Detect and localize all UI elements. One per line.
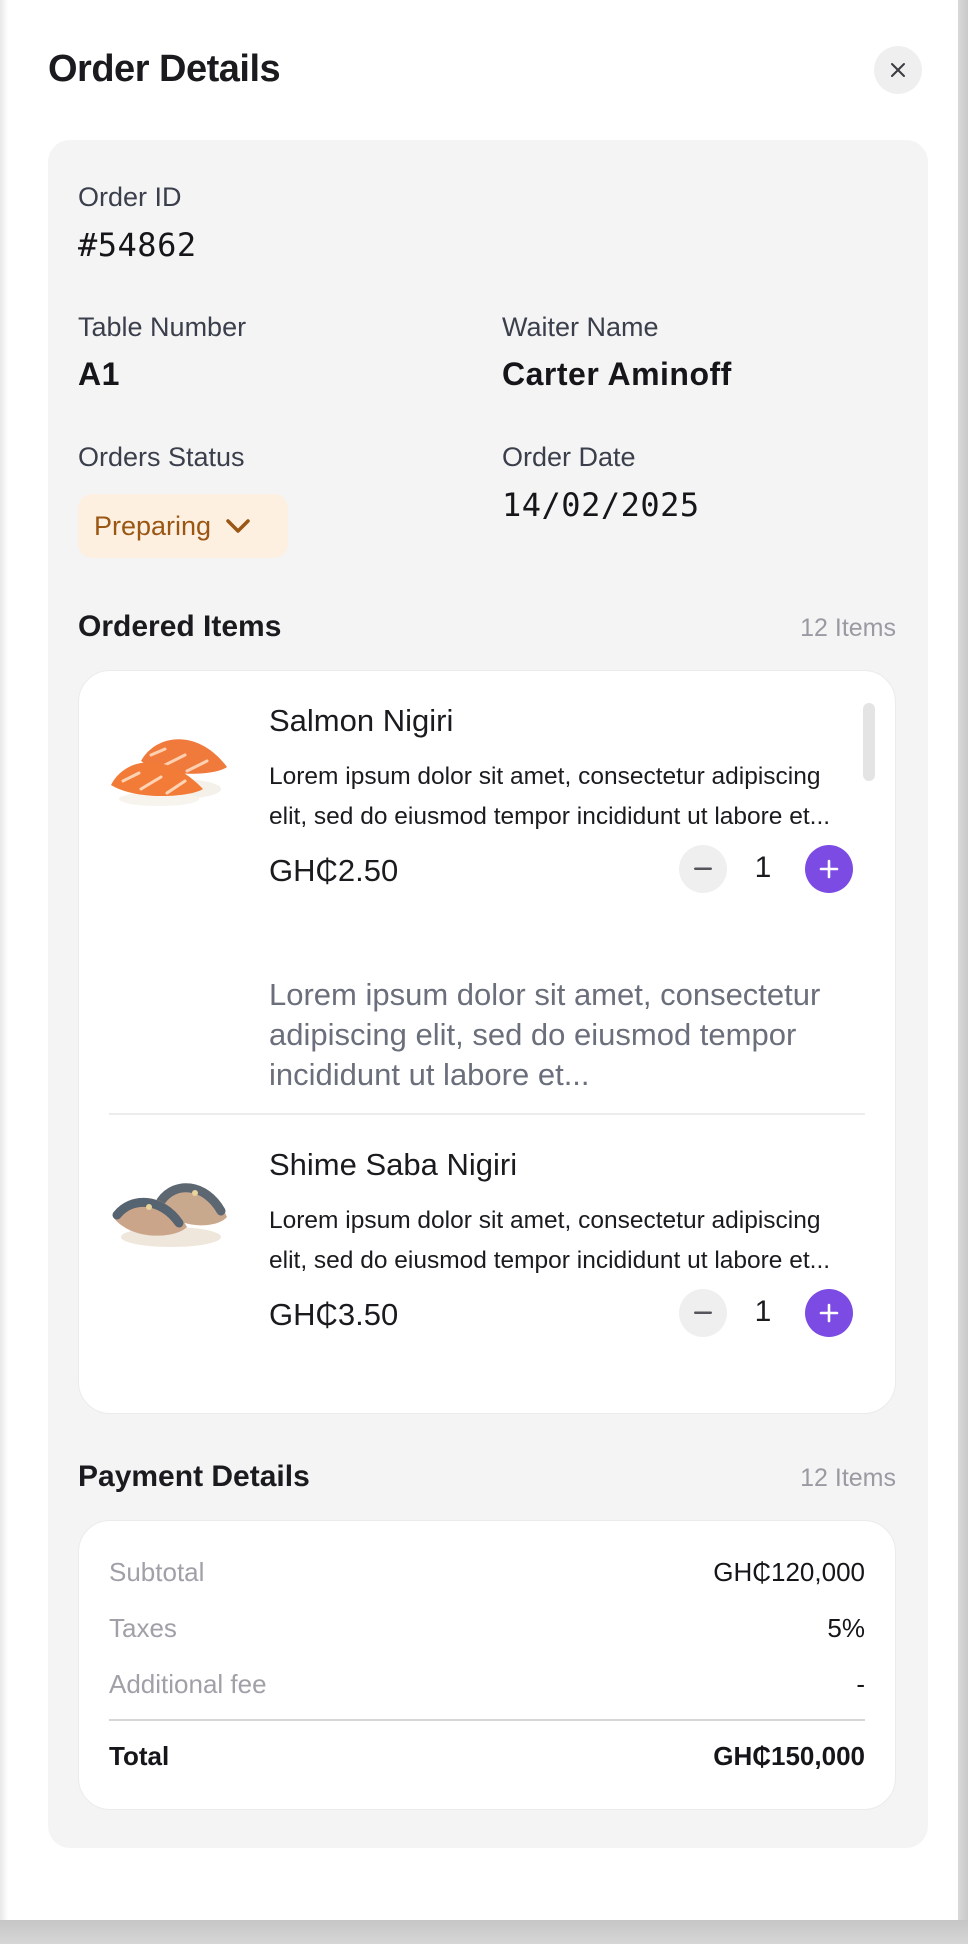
item-price: GH₵3.50	[269, 1297, 399, 1332]
plus-icon	[819, 1303, 839, 1323]
item-description: Lorem ipsum dolor sit amet, consectetur …	[269, 763, 831, 830]
total-divider	[109, 1719, 865, 1721]
frame-edge-bottom	[0, 1920, 968, 1944]
additional-fee-value: -	[856, 1669, 865, 1699]
order-id-label: Order ID	[78, 182, 182, 212]
item-name: Shime Saba Nigiri	[269, 1147, 518, 1182]
salmon-nigiri-image	[111, 739, 227, 806]
item-quantity: 1	[754, 851, 772, 884]
order-id-value: #54862	[78, 226, 197, 264]
additional-fee-label: Additional fee	[109, 1669, 267, 1699]
close-button[interactable]	[874, 46, 922, 94]
waiter-name-label: Waiter Name	[502, 312, 659, 342]
order-details-panel: Order Details Order ID #54862 Table Numb…	[8, 0, 958, 1920]
plus-icon	[819, 859, 839, 879]
ordered-items-title: Ordered Items	[78, 610, 282, 643]
payment-items-count: 12 Items	[800, 1464, 896, 1492]
order-date-label: Order Date	[502, 442, 636, 472]
status-dropdown[interactable]: Preparing	[78, 494, 288, 558]
total-value: GH₵150,000	[713, 1741, 865, 1771]
subtotal-label: Subtotal	[109, 1557, 205, 1587]
item-divider	[109, 1113, 865, 1115]
minus-icon	[694, 1311, 712, 1314]
payment-details-title: Payment Details	[78, 1460, 310, 1493]
item-price: GH₵2.50	[269, 853, 399, 888]
ordered-items-count: 12 Items	[800, 614, 896, 642]
decrease-quantity-button[interactable]	[679, 1289, 727, 1337]
page-title: Order Details	[48, 48, 281, 90]
scrollbar[interactable]	[863, 703, 875, 781]
taxes-label: Taxes	[109, 1613, 177, 1643]
decrease-quantity-button[interactable]	[679, 845, 727, 893]
item-note: Lorem ipsum dolor sit amet, consectetur …	[269, 977, 821, 1092]
item-quantity: 1	[754, 1295, 772, 1328]
waiter-name-value: Carter Aminoff	[502, 356, 732, 392]
frame-edge-left	[0, 0, 8, 1944]
item-name: Salmon Nigiri	[269, 703, 454, 738]
table-number-label: Table Number	[78, 312, 247, 342]
payment-summary: Subtotal GH₵120,000 Taxes 5% Additional …	[78, 1520, 896, 1810]
shime-saba-nigiri-image	[112, 1183, 227, 1247]
total-label: Total	[109, 1741, 170, 1771]
close-icon	[891, 63, 905, 77]
frame-edge-right	[958, 0, 968, 1944]
item-description: Lorem ipsum dolor sit amet, consectetur …	[269, 1207, 831, 1274]
order-date-value: 14/02/2025	[502, 486, 700, 524]
increase-quantity-button[interactable]	[805, 1289, 853, 1337]
subtotal-value: GH₵120,000	[713, 1557, 865, 1587]
increase-quantity-button[interactable]	[805, 845, 853, 893]
taxes-value: 5%	[827, 1613, 865, 1643]
minus-icon	[694, 867, 712, 870]
status-value: Preparing	[94, 510, 212, 541]
order-status-label: Orders Status	[78, 442, 245, 472]
table-number-value: A1	[78, 356, 120, 392]
ordered-items-list[interactable]: Salmon Nigiri Lorem ipsum dolor sit amet…	[78, 670, 896, 1414]
chevron-down-icon	[226, 519, 250, 533]
